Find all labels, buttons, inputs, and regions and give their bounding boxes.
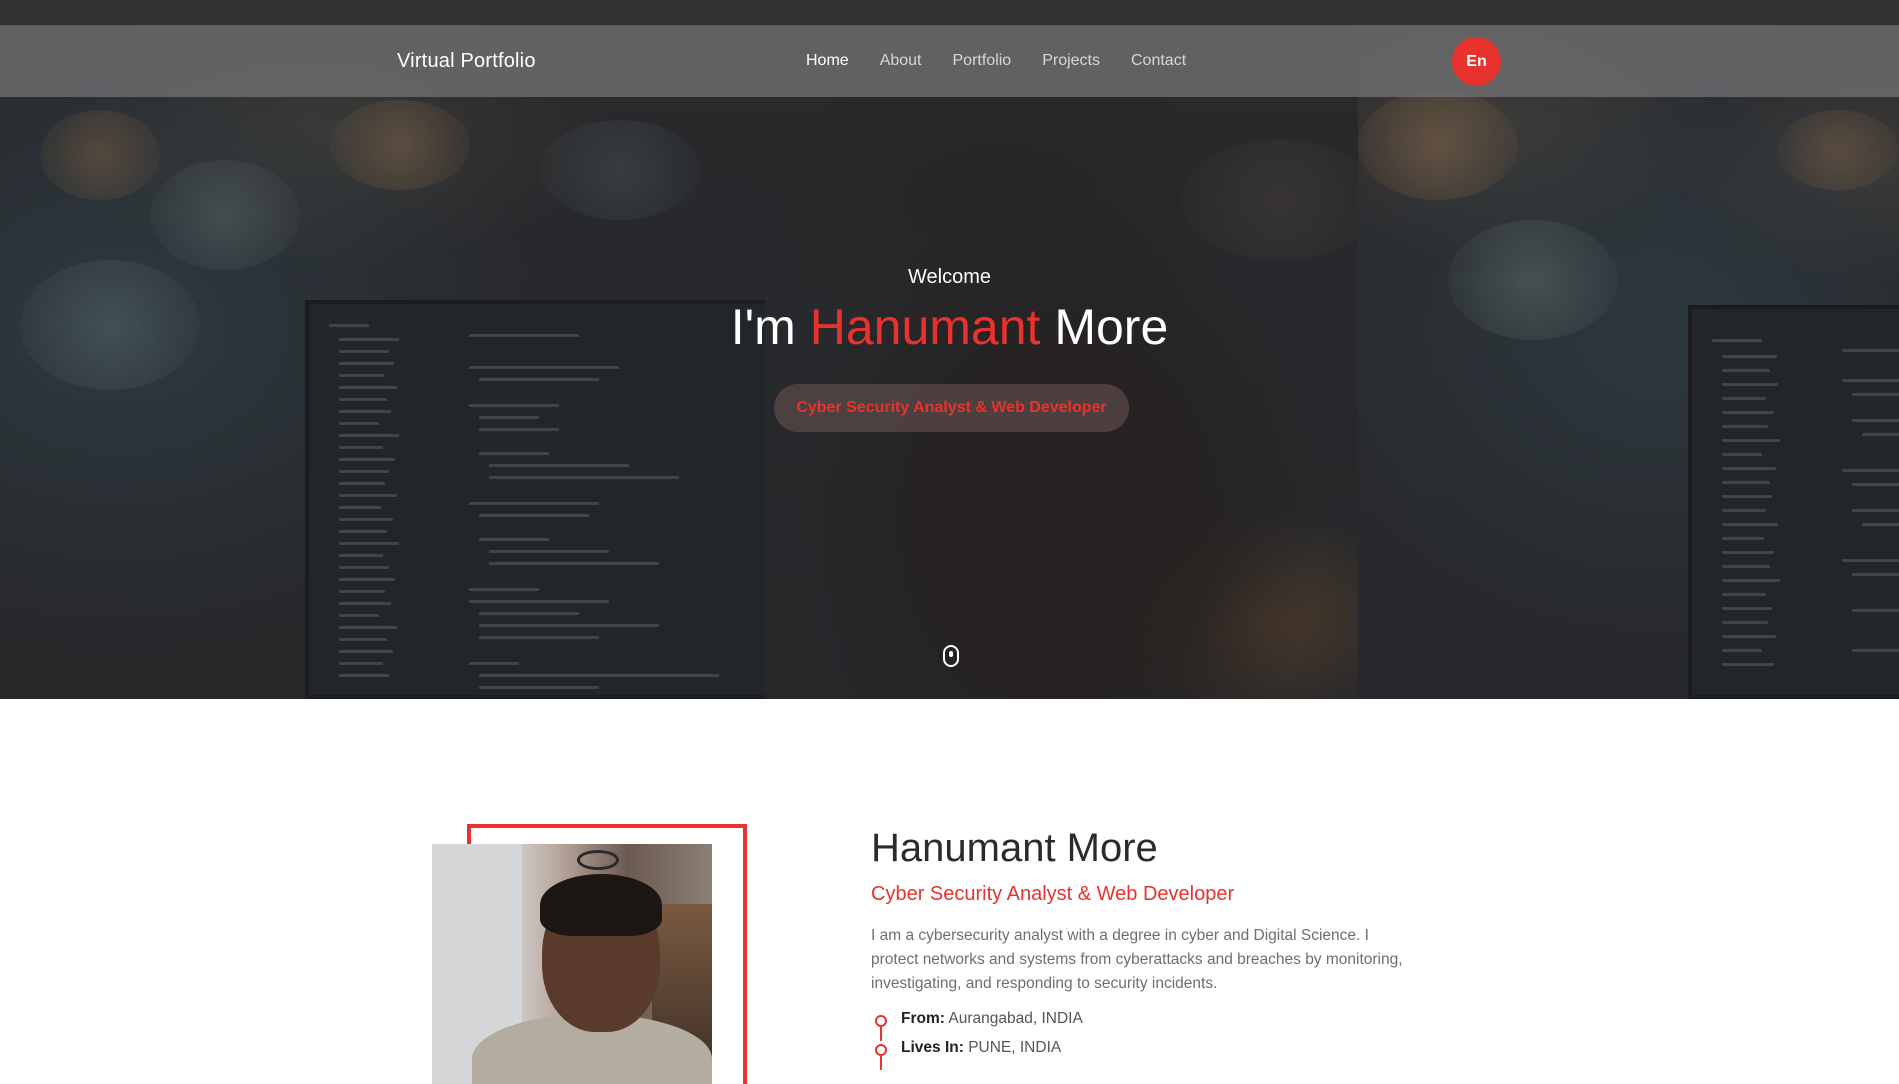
profile-photo (432, 844, 712, 1084)
hero-name-accent: Hanumant (809, 299, 1041, 355)
hero-welcome: Welcome (908, 266, 991, 288)
mouse-icon[interactable] (943, 645, 959, 667)
timeline-dot-icon (875, 1044, 887, 1056)
about-name: Hanumant More (871, 826, 1158, 870)
fact-label: From: (901, 1010, 945, 1027)
nav-item-about[interactable]: About (880, 52, 922, 70)
about-role: Cyber Security Analyst & Web Developer (871, 883, 1235, 905)
navbar: Virtual Portfolio Home About Portfolio P… (0, 25, 1899, 97)
main-nav: Home About Portfolio Projects Contact (806, 52, 1217, 70)
brand-logo[interactable]: Virtual Portfolio (397, 50, 536, 73)
timeline-dot-icon (875, 1015, 887, 1027)
fact-label: Lives In: (901, 1039, 964, 1056)
hero-name-prefix: I'm (730, 299, 796, 355)
nav-item-home[interactable]: Home (806, 52, 849, 70)
hero-role-badge: Cyber Security Analyst & Web Developer (774, 384, 1129, 432)
about-bio: I am a cybersecurity analyst with a degr… (871, 927, 1403, 992)
fact-value: PUNE, INDIA (968, 1039, 1062, 1056)
fact-value: Aurangabad, INDIA (948, 1010, 1083, 1027)
nav-item-contact[interactable]: Contact (1131, 52, 1186, 70)
hero-section: Welcome I'm Hanumant More Cyber Security… (0, 0, 1899, 699)
hero-name-suffix: More (1054, 299, 1169, 355)
nav-item-projects[interactable]: Projects (1042, 52, 1100, 70)
hero-name: I'm Hanumant More (0, 298, 1899, 356)
nav-item-portfolio[interactable]: Portfolio (953, 52, 1012, 70)
top-strip (0, 0, 1899, 25)
language-button[interactable]: En (1452, 37, 1501, 86)
fact-item-lives-in: Lives In: PUNE, INDIA (871, 1039, 1083, 1070)
about-facts: From: Aurangabad, INDIA Lives In: PUNE, … (871, 1010, 1083, 1070)
fact-item-from: From: Aurangabad, INDIA (871, 1010, 1083, 1041)
